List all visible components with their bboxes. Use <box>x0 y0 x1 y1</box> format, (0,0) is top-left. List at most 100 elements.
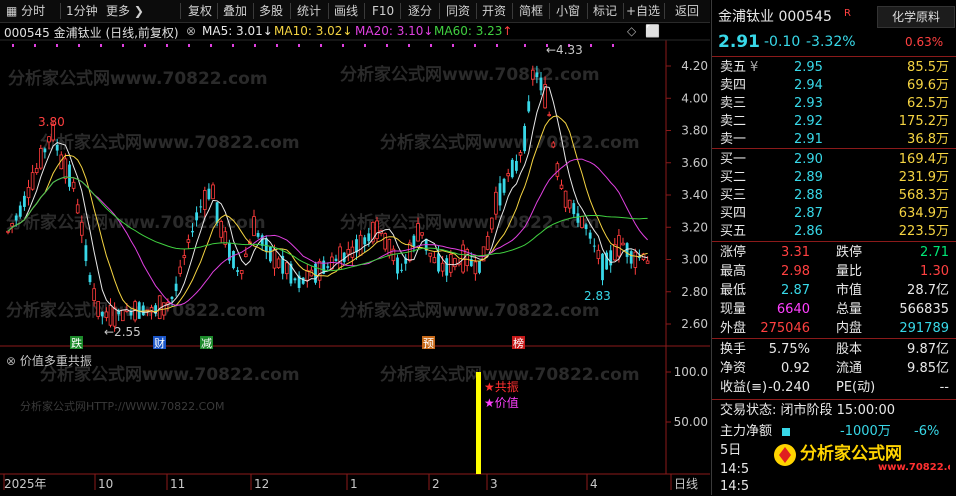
candle <box>68 161 71 191</box>
buy-level[interactable]: 买二 2.89 231.9万 <box>712 168 956 187</box>
event-marker[interactable]: 榜 <box>512 336 525 350</box>
signal-resonance-label: ★共振 <box>484 380 519 394</box>
candle <box>84 239 88 267</box>
stat-row: 最高 2.98 量比 1.30 <box>720 264 949 279</box>
event-marker[interactable]: 财 <box>153 336 166 350</box>
candle <box>613 238 617 261</box>
candle <box>232 250 235 270</box>
candle <box>502 177 506 196</box>
last-price: 2.91 <box>718 32 760 52</box>
candle <box>424 238 428 255</box>
svg-text:分析家公式网: 分析家公式网 <box>800 443 902 464</box>
candle <box>506 168 510 183</box>
candle <box>18 201 22 219</box>
sector-tag[interactable]: 化学原料 <box>877 6 955 28</box>
candle <box>396 254 399 280</box>
candle <box>605 250 608 270</box>
candle <box>461 239 465 275</box>
overlay-button[interactable]: 叠加 <box>223 0 247 22</box>
candle <box>186 234 191 250</box>
sell-level[interactable]: 卖一 2.91 36.8万 <box>712 130 956 149</box>
candle <box>71 178 76 192</box>
event-marker[interactable]: 跌 <box>70 336 83 350</box>
svg-text:榜: 榜 <box>513 336 524 350</box>
y-tick-label: 2.60 <box>681 317 708 331</box>
quote-header: 金浦钛业 000545 R 化学原料 <box>712 6 956 28</box>
ma5-line <box>7 86 648 314</box>
candle <box>269 246 272 264</box>
candle <box>276 256 281 269</box>
buy-level[interactable]: 买一 2.90 169.4万 <box>712 150 956 169</box>
candle <box>567 199 572 213</box>
price-change: -0.10 <box>764 34 801 50</box>
add-favorite-button[interactable]: +自选 <box>626 0 660 22</box>
sell-level[interactable]: 卖三 2.93 62.5万 <box>712 94 956 113</box>
tab-1min[interactable]: 1分钟 <box>66 0 98 22</box>
back-button[interactable]: 返回 <box>675 0 699 22</box>
flow-row-t2: 14:5 <box>720 479 750 494</box>
stat-row: 最低 2.87 市值 28.7亿 <box>720 283 949 298</box>
same-capital-button[interactable]: 同资 <box>446 0 470 22</box>
candle <box>510 157 514 179</box>
signal-bar <box>476 372 481 474</box>
buy-level[interactable]: 买五 2.86 223.5万 <box>712 222 956 241</box>
candle <box>219 219 224 244</box>
event-marker[interactable]: 减 <box>200 336 213 350</box>
candle <box>75 198 80 214</box>
open-capital-button[interactable]: 开资 <box>482 0 506 22</box>
candle <box>412 234 416 253</box>
stats-button[interactable]: 统计 <box>297 0 321 22</box>
sell-level[interactable]: 卖四 2.94 69.6万 <box>712 76 956 95</box>
candle <box>609 244 613 273</box>
f10-button[interactable]: F10 <box>372 0 394 22</box>
y-tick-label: 2.80 <box>681 285 708 299</box>
draw-button[interactable]: 画线 <box>334 0 358 22</box>
candle <box>420 232 424 239</box>
event-marker[interactable]: 预 <box>422 336 435 350</box>
candle <box>400 263 403 273</box>
small-window-button[interactable]: 小窗 <box>556 0 580 22</box>
fuquan-button[interactable]: 复权 <box>188 0 212 22</box>
sell-level[interactable]: 卖五 ¥2.95 85.5万 <box>712 58 956 77</box>
y-tick-label: 3.20 <box>681 220 708 234</box>
candle <box>239 270 244 280</box>
site-logo: 分析家公式网 www.70822.com <box>774 443 950 472</box>
candle <box>137 300 141 319</box>
candle <box>34 163 39 175</box>
y-tick-label: 3.60 <box>681 156 708 170</box>
candle <box>592 238 596 253</box>
candle <box>523 123 526 154</box>
tab-intraday[interactable]: ▦ 分时 <box>6 0 45 22</box>
candle <box>601 252 604 286</box>
indicator-title[interactable]: ⊗ 价值多重共振 <box>6 352 92 369</box>
candle <box>473 255 478 281</box>
watermark-text: 分析家公式网www.70822.com <box>40 132 300 153</box>
buy-level[interactable]: 买三 2.88 568.3万 <box>712 186 956 205</box>
stat-row: 外盘 275046 内盘 291789 <box>720 321 949 336</box>
candle <box>346 241 351 262</box>
svg-text:减: 减 <box>201 337 212 350</box>
tick-button[interactable]: 逐分 <box>408 0 432 22</box>
multi-stock-button[interactable]: 多股 <box>259 0 283 22</box>
kline-chart[interactable]: 分析家公式网www.70822.com 分析家公式网www.70822.com 分析… <box>0 22 710 492</box>
svg-text:财: 财 <box>154 336 165 350</box>
more-menu[interactable]: 更多 ❯ <box>106 0 144 22</box>
watermark-url: 分析家公式网HTTP://WWW.70822.COM <box>20 399 224 413</box>
candle <box>236 266 239 277</box>
candle <box>527 95 531 114</box>
candle <box>314 261 317 285</box>
sell-level[interactable]: 卖二 2.92 175.2万 <box>712 112 956 131</box>
candle <box>207 183 211 201</box>
candle <box>88 272 92 285</box>
buy-level[interactable]: 买四 2.87 634.9万 <box>712 204 956 223</box>
sector-change: 0.63% <box>905 35 944 49</box>
y-tick-label: 4.20 <box>681 59 708 73</box>
mark-button[interactable]: 标记 <box>593 0 617 22</box>
price-annotation: ←2.55 <box>104 325 141 339</box>
candle <box>301 277 305 285</box>
simple-frame-button[interactable]: 简框 <box>519 0 543 22</box>
candle <box>432 251 437 264</box>
candle <box>39 144 43 170</box>
watermark-text: 分析家公式网www.70822.com <box>340 212 600 233</box>
candle <box>182 249 187 266</box>
